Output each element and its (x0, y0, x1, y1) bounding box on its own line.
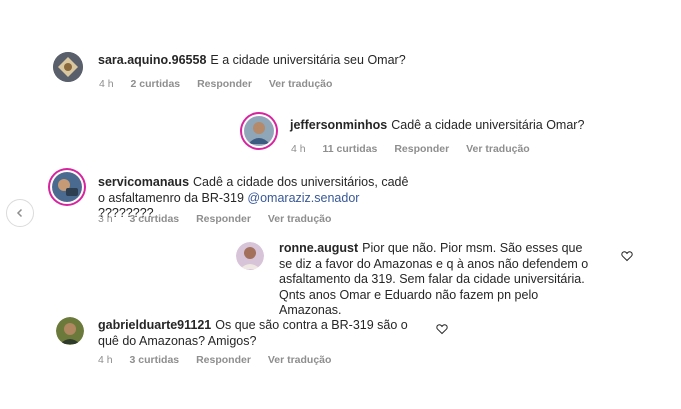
avatar[interactable] (56, 317, 84, 345)
comment-text: E a cidade universitária seu Omar? (210, 53, 406, 67)
comment-text-block: sara.aquino.96558 E a cidade universitári… (98, 53, 458, 69)
comment-meta: 4 h 3 curtidas Responder Ver tradução (98, 354, 345, 366)
avatar[interactable] (244, 116, 274, 146)
avatar-icon (52, 172, 82, 202)
mention-link[interactable]: @omaraziz.senador (247, 191, 359, 205)
likes-count[interactable]: 11 curtidas (323, 143, 378, 155)
reply-button[interactable]: Responder (394, 143, 449, 155)
comment-meta: 4 h 2 curtidas Responder Ver tradução (99, 78, 346, 90)
username-link[interactable]: ronne.august (279, 241, 358, 255)
likes-count[interactable]: 2 curtidas (131, 78, 181, 90)
avatar-icon (53, 52, 83, 82)
comment-text-block: gabrielduarte91121 Os que são contra a BR… (98, 318, 428, 349)
likes-count[interactable]: 3 curtidas (130, 213, 180, 225)
avatar[interactable] (236, 242, 264, 270)
avatar-icon (56, 317, 84, 345)
timestamp: 4 h (99, 78, 114, 90)
timestamp: 4 h (98, 354, 113, 366)
avatar[interactable] (52, 172, 82, 202)
chevron-left-icon (16, 208, 23, 218)
timestamp: 3 h (98, 213, 113, 225)
username-link[interactable]: gabrielduarte91121 (98, 318, 211, 332)
translate-button[interactable]: Ver tradução (268, 213, 332, 225)
username-link[interactable]: servicomanaus (98, 175, 189, 189)
comment-meta: 3 h 3 curtidas Responder Ver tradução (98, 213, 345, 225)
translate-button[interactable]: Ver tradução (269, 78, 333, 90)
comment-text: Cadê a cidade universitária Omar? (391, 118, 585, 132)
heart-icon[interactable] (436, 323, 448, 335)
reply-button[interactable]: Responder (197, 78, 252, 90)
reply-button[interactable]: Responder (196, 213, 251, 225)
comment-meta: 4 h 11 curtidas Responder Ver tradução (291, 143, 544, 155)
translate-button[interactable]: Ver tradução (466, 143, 530, 155)
username-link[interactable]: sara.aquino.96558 (98, 53, 206, 67)
avatar[interactable] (53, 52, 83, 82)
comment-text-block: ronne.august Pior que não. Pior msm. São … (279, 241, 597, 319)
avatar-icon (244, 116, 274, 146)
translate-button[interactable]: Ver tradução (268, 354, 332, 366)
previous-button[interactable] (6, 199, 34, 227)
username-link[interactable]: jeffersonminhos (290, 118, 387, 132)
likes-count[interactable]: 3 curtidas (130, 354, 180, 366)
heart-icon[interactable] (621, 250, 633, 262)
reply-button[interactable]: Responder (196, 354, 251, 366)
comment-text-block: jeffersonminhos Cadê a cidade universitár… (290, 118, 630, 134)
timestamp: 4 h (291, 143, 306, 155)
avatar-icon (236, 242, 264, 270)
